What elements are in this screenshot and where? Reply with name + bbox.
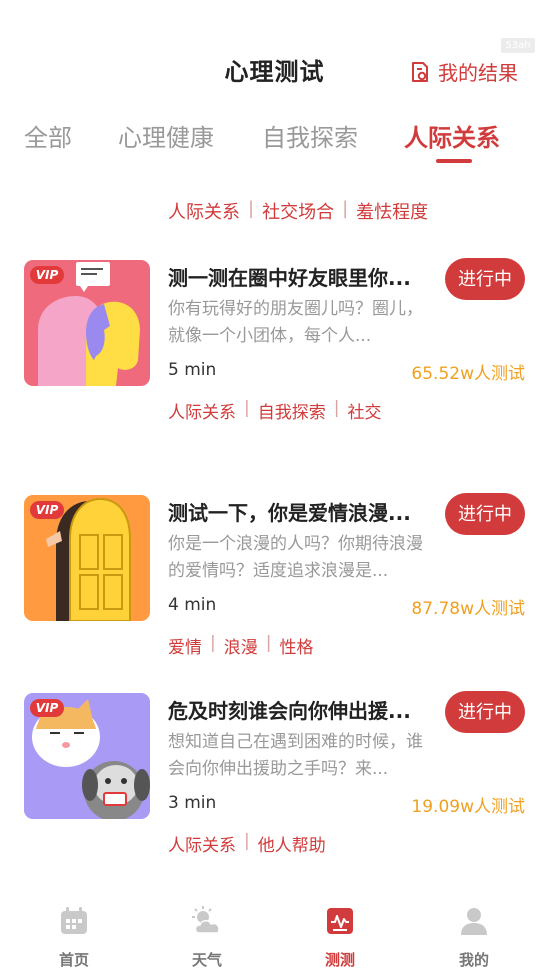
test-tags: 人际关系 | 他人帮助 bbox=[168, 831, 326, 856]
filter-tag[interactable]: 社交场合 bbox=[262, 198, 334, 224]
calendar-icon bbox=[61, 907, 87, 934]
nav-item-home[interactable]: 首页 bbox=[34, 905, 114, 970]
test-count: 87.78w人测试 bbox=[411, 599, 525, 619]
test-tag[interactable]: 社交 bbox=[347, 398, 381, 423]
vip-badge: VIP bbox=[30, 266, 64, 284]
tab-mental-health[interactable]: 心理健康 bbox=[118, 118, 214, 153]
in-progress-button[interactable]: 进行中 bbox=[445, 691, 525, 733]
test-description: 你是一个浪漫的人吗？你期待浪漫的爱情吗？适度追求浪漫是... bbox=[168, 534, 423, 581]
test-count: 65.52w人测试 bbox=[411, 364, 525, 384]
bottom-nav: 首页 天气 测测 我的 bbox=[0, 895, 549, 977]
test-count: 19.09w人测试 bbox=[411, 797, 525, 817]
tab-self-exploration[interactable]: 自我探索 bbox=[262, 118, 358, 153]
tab-all[interactable]: 全部 bbox=[24, 118, 72, 153]
tag-separator: | bbox=[333, 398, 340, 418]
test-title: 测试一下，你是爱情浪漫... bbox=[168, 501, 411, 525]
test-thumbnail: VIP bbox=[24, 693, 150, 819]
nav-item-tests[interactable]: 测测 bbox=[300, 905, 380, 970]
nav-label: 首页 bbox=[58, 951, 89, 969]
vip-badge: VIP bbox=[30, 699, 64, 717]
test-thumbnail: VIP bbox=[24, 260, 150, 386]
test-tag[interactable]: 爱情 bbox=[168, 633, 202, 658]
tag-separator: | bbox=[244, 398, 250, 418]
test-description: 想知道自己在遇到困难的时候，谁会向你伸出援助之手吗？来... bbox=[168, 732, 423, 779]
tag-separator: | bbox=[265, 633, 272, 653]
status-badge: 53ah bbox=[501, 38, 535, 53]
filter-tags: 人际关系 | 社交场合 | 羞怯程度 bbox=[168, 198, 428, 224]
nav-label: 测测 bbox=[324, 951, 355, 969]
my-result-button[interactable]: 我的结果 bbox=[410, 57, 518, 86]
test-tag[interactable]: 自我探索 bbox=[258, 398, 326, 423]
vip-badge: VIP bbox=[30, 501, 64, 519]
tag-separator: | bbox=[248, 198, 255, 219]
test-tag[interactable]: 他人帮助 bbox=[258, 831, 326, 856]
test-thumbnail: VIP bbox=[24, 495, 150, 621]
test-duration: 3 min bbox=[168, 793, 217, 813]
weather-icon bbox=[192, 906, 220, 934]
tab-relationships[interactable]: 人际关系 bbox=[404, 118, 500, 153]
test-description: 你有玩得好的朋友圈儿吗？圈儿，就像一个小团体，每个人... bbox=[168, 299, 423, 346]
nav-item-weather[interactable]: 天气 bbox=[167, 905, 247, 970]
user-icon bbox=[461, 908, 487, 935]
test-duration: 5 min bbox=[168, 360, 217, 380]
test-duration: 4 min bbox=[168, 595, 217, 615]
in-progress-button[interactable]: 进行中 bbox=[445, 493, 525, 535]
tag-separator: | bbox=[210, 633, 216, 653]
test-tags: 人际关系 | 自我探索 | 社交 bbox=[168, 398, 381, 423]
filter-tag[interactable]: 人际关系 bbox=[168, 198, 240, 224]
pulse-icon bbox=[327, 908, 353, 934]
test-tag[interactable]: 人际关系 bbox=[168, 398, 236, 423]
nav-label: 天气 bbox=[191, 951, 222, 969]
tag-separator: | bbox=[342, 198, 349, 219]
test-title: 测一测在圈中好友眼里你... bbox=[168, 266, 411, 290]
test-tags: 爱情 | 浪漫 | 性格 bbox=[168, 633, 313, 658]
result-doc-icon bbox=[412, 61, 428, 82]
nav-item-me[interactable]: 我的 bbox=[434, 905, 514, 970]
test-tag[interactable]: 人际关系 bbox=[168, 831, 236, 856]
test-tag[interactable]: 性格 bbox=[279, 633, 313, 658]
nav-label: 我的 bbox=[458, 951, 489, 969]
filter-tag[interactable]: 羞怯程度 bbox=[356, 198, 428, 224]
in-progress-button[interactable]: 进行中 bbox=[445, 258, 525, 300]
active-tab-indicator bbox=[436, 159, 472, 163]
test-tag[interactable]: 浪漫 bbox=[224, 633, 258, 658]
test-title: 危及时刻谁会向你伸出援... bbox=[168, 699, 411, 723]
tag-separator: | bbox=[244, 831, 250, 851]
my-result-label: 我的结果 bbox=[438, 61, 518, 85]
